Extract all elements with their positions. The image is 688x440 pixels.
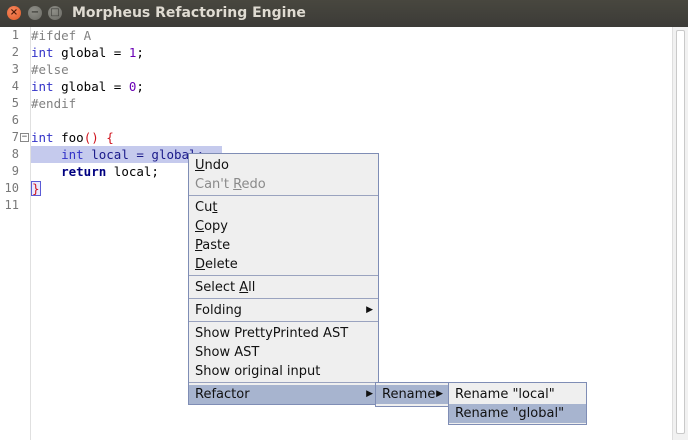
- menu-label: Can't: [195, 177, 234, 192]
- code-line: int global = 0;: [31, 79, 144, 94]
- code-line: #else: [31, 62, 69, 77]
- line-number: 7: [11, 130, 19, 144]
- line-number: 10: [4, 181, 19, 195]
- line-number: 11: [4, 198, 19, 212]
- submenu-arrow-icon: ▶: [366, 389, 373, 399]
- code-text: global =: [53, 79, 129, 94]
- menu-item-redo: Can't Redo: [189, 175, 378, 194]
- keyword: int: [31, 130, 54, 145]
- code-text: local;: [106, 164, 159, 179]
- submenu-arrow-icon: ▶: [366, 305, 373, 315]
- code-line: int local = global;: [31, 147, 204, 162]
- window-title: Morpheus Refactoring Engine: [72, 5, 306, 21]
- menu-label: elete: [205, 257, 238, 272]
- matched-brace: }: [31, 181, 41, 196]
- menu-item-rename[interactable]: Rename ▶: [376, 385, 448, 404]
- mnemonic: U: [195, 158, 205, 173]
- code-text: ;: [136, 79, 144, 94]
- menu-separator: [189, 275, 378, 276]
- code-line: int global = 1;: [31, 45, 144, 60]
- keyword: int: [31, 45, 54, 60]
- keyword: return: [61, 164, 107, 179]
- code-line: return local;: [31, 164, 159, 179]
- menu-label: ll: [248, 280, 256, 295]
- code-line: #ifdef A: [31, 28, 91, 43]
- code-text: global =: [53, 45, 129, 60]
- menu-item-show-original-input[interactable]: Show original input: [189, 362, 378, 381]
- line-number-gutter: 1 2 3 4 5 6 7 − 8 9 10 11: [0, 27, 31, 440]
- menu-separator: [189, 382, 378, 383]
- minimize-icon[interactable]: −: [28, 6, 42, 20]
- menu-separator: [189, 298, 378, 299]
- function-name: foo: [53, 130, 84, 145]
- menu-separator: [189, 321, 378, 322]
- mnemonic: t: [212, 200, 218, 215]
- refactor-submenu: Rename ▶: [375, 382, 449, 407]
- line-number: 2: [11, 45, 19, 59]
- code-line: #endif: [31, 96, 76, 111]
- menu-item-folding[interactable]: Folding ▶: [189, 301, 378, 320]
- code-line: }: [31, 181, 41, 196]
- mnemonic: A: [239, 280, 249, 295]
- menu-label: Cu: [195, 200, 213, 215]
- menu-label: aste: [202, 238, 231, 253]
- menu-item-paste[interactable]: Paste: [189, 236, 378, 255]
- line-number: 5: [11, 96, 19, 110]
- line-number: 9: [11, 164, 19, 178]
- menu-item-rename-local[interactable]: Rename "local": [449, 385, 586, 404]
- code-line: int foo() {: [31, 130, 114, 145]
- line-number: 6: [11, 113, 19, 127]
- title-bar: × − □ Morpheus Refactoring Engine: [0, 0, 688, 27]
- menu-item-delete[interactable]: Delete: [189, 255, 378, 274]
- menu-label: opy: [204, 219, 228, 234]
- menu-item-show-ast[interactable]: Show AST: [189, 343, 378, 362]
- preprocessor: #endif: [31, 96, 77, 111]
- maximize-icon[interactable]: □: [48, 6, 62, 20]
- preprocessor: #ifdef A: [31, 28, 92, 43]
- fold-toggle-icon[interactable]: −: [20, 133, 29, 142]
- mnemonic: C: [195, 219, 205, 234]
- menu-item-copy[interactable]: Copy: [189, 217, 378, 236]
- menu-item-cut[interactable]: Cut: [189, 198, 378, 217]
- menu-label: Rename: [382, 387, 436, 402]
- rename-submenu: Rename "local" Rename "global": [448, 382, 587, 425]
- menu-label: edo: [241, 177, 266, 192]
- menu-label: ndo: [204, 158, 229, 173]
- menu-separator: [189, 195, 378, 196]
- menu-item-show-pretty-ast[interactable]: Show PrettyPrinted AST: [189, 324, 378, 343]
- keyword: int: [31, 79, 54, 94]
- menu-label: Refactor: [195, 387, 250, 402]
- parentheses: (): [83, 130, 99, 145]
- menu-label: Folding: [195, 303, 242, 318]
- close-icon[interactable]: ×: [7, 6, 21, 20]
- menu-label: Select: [195, 280, 240, 295]
- code-text: ;: [136, 45, 144, 60]
- line-number: 4: [11, 79, 19, 93]
- vertical-scrollbar[interactable]: [672, 27, 688, 440]
- preprocessor: #else: [31, 62, 69, 77]
- keyword: int: [61, 147, 84, 162]
- line-number: 3: [11, 62, 19, 76]
- scrollbar-thumb[interactable]: [676, 30, 685, 434]
- mnemonic: R: [233, 177, 242, 192]
- line-number: 1: [11, 28, 19, 42]
- menu-item-refactor[interactable]: Refactor ▶: [189, 385, 378, 404]
- mnemonic: D: [195, 257, 206, 272]
- menu-item-undo[interactable]: Undo: [189, 156, 378, 175]
- brace: {: [98, 130, 114, 145]
- line-number: 8: [11, 147, 19, 161]
- context-menu: Undo Can't Redo Cut Copy Paste Delete Se…: [188, 153, 379, 405]
- submenu-arrow-icon: ▶: [436, 389, 443, 399]
- menu-item-select-all[interactable]: Select All: [189, 278, 378, 297]
- menu-item-rename-global[interactable]: Rename "global": [449, 404, 586, 423]
- code-text: local = global;: [83, 147, 205, 162]
